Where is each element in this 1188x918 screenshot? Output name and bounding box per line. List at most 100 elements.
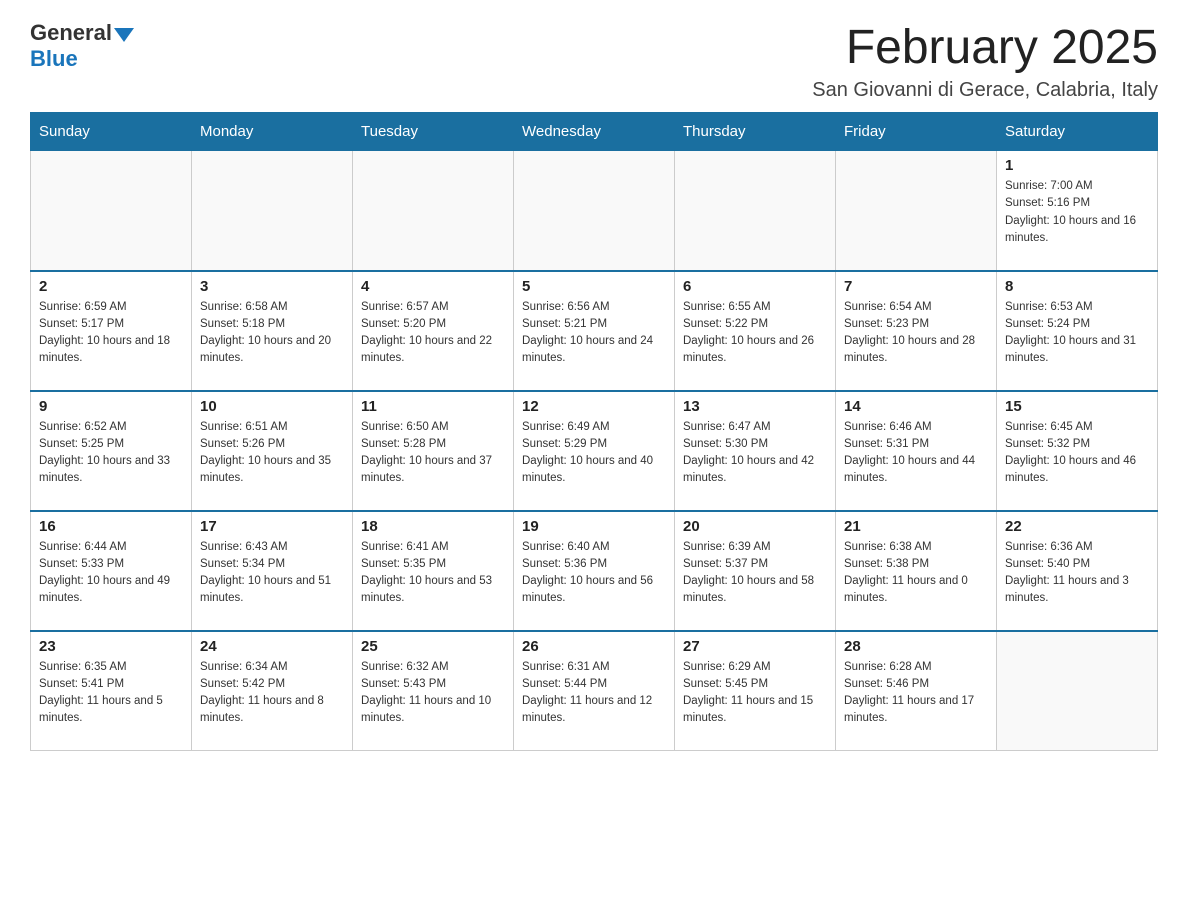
calendar-cell-w3-d3: 11 Sunrise: 6:50 AMSunset: 5:28 PMDayligh…: [353, 391, 514, 511]
day-number: 8: [1005, 278, 1149, 295]
day-number: 5: [522, 278, 666, 295]
calendar-cell-w3-d1: 9 Sunrise: 6:52 AMSunset: 5:25 PMDaylight…: [31, 391, 192, 511]
calendar-cell-w1-d5: [675, 151, 836, 271]
day-number: 21: [844, 518, 988, 535]
location-title: San Giovanni di Gerace, Calabria, Italy: [812, 79, 1158, 102]
calendar-cell-w4-d7: 22 Sunrise: 6:36 AMSunset: 5:40 PMDayligh…: [997, 511, 1158, 631]
day-info: Sunrise: 6:28 AMSunset: 5:46 PMDaylight:…: [844, 659, 988, 728]
day-number: 13: [683, 398, 827, 415]
day-number: 26: [522, 638, 666, 655]
calendar-table: Sunday Monday Tuesday Wednesday Thursday…: [30, 112, 1158, 751]
logo-general-text: General: [30, 20, 112, 46]
calendar-cell-w4-d4: 19 Sunrise: 6:40 AMSunset: 5:36 PMDayligh…: [514, 511, 675, 631]
day-number: 11: [361, 398, 505, 415]
day-number: 15: [1005, 398, 1149, 415]
day-info: Sunrise: 6:55 AMSunset: 5:22 PMDaylight:…: [683, 299, 827, 368]
day-info: Sunrise: 6:38 AMSunset: 5:38 PMDaylight:…: [844, 539, 988, 608]
day-info: Sunrise: 6:49 AMSunset: 5:29 PMDaylight:…: [522, 419, 666, 488]
logo: General Blue: [30, 20, 134, 72]
day-number: 1: [1005, 157, 1149, 174]
day-number: 28: [844, 638, 988, 655]
day-info: Sunrise: 6:50 AMSunset: 5:28 PMDaylight:…: [361, 419, 505, 488]
day-number: 18: [361, 518, 505, 535]
day-info: Sunrise: 6:39 AMSunset: 5:37 PMDaylight:…: [683, 539, 827, 608]
day-number: 20: [683, 518, 827, 535]
calendar-cell-w5-d2: 24 Sunrise: 6:34 AMSunset: 5:42 PMDayligh…: [192, 631, 353, 751]
day-info: Sunrise: 6:41 AMSunset: 5:35 PMDaylight:…: [361, 539, 505, 608]
title-section: February 2025 San Giovanni di Gerace, Ca…: [812, 20, 1158, 102]
calendar-cell-w5-d4: 26 Sunrise: 6:31 AMSunset: 5:44 PMDayligh…: [514, 631, 675, 751]
calendar-cell-w3-d6: 14 Sunrise: 6:46 AMSunset: 5:31 PMDayligh…: [836, 391, 997, 511]
calendar-cell-w2-d7: 8 Sunrise: 6:53 AMSunset: 5:24 PMDaylight…: [997, 271, 1158, 391]
calendar-cell-w3-d7: 15 Sunrise: 6:45 AMSunset: 5:32 PMDayligh…: [997, 391, 1158, 511]
day-info: Sunrise: 6:43 AMSunset: 5:34 PMDaylight:…: [200, 539, 344, 608]
calendar-cell-w3-d5: 13 Sunrise: 6:47 AMSunset: 5:30 PMDayligh…: [675, 391, 836, 511]
calendar-week-3: 9 Sunrise: 6:52 AMSunset: 5:25 PMDaylight…: [31, 391, 1158, 511]
logo-blue-text: Blue: [30, 46, 78, 72]
calendar-cell-w4-d6: 21 Sunrise: 6:38 AMSunset: 5:38 PMDayligh…: [836, 511, 997, 631]
day-info: Sunrise: 6:58 AMSunset: 5:18 PMDaylight:…: [200, 299, 344, 368]
day-number: 14: [844, 398, 988, 415]
calendar-cell-w2-d4: 5 Sunrise: 6:56 AMSunset: 5:21 PMDaylight…: [514, 271, 675, 391]
day-info: Sunrise: 6:44 AMSunset: 5:33 PMDaylight:…: [39, 539, 183, 608]
day-number: 22: [1005, 518, 1149, 535]
calendar-cell-w1-d3: [353, 151, 514, 271]
header-friday: Friday: [836, 113, 997, 151]
day-number: 12: [522, 398, 666, 415]
header-monday: Monday: [192, 113, 353, 151]
calendar-cell-w4-d2: 17 Sunrise: 6:43 AMSunset: 5:34 PMDayligh…: [192, 511, 353, 631]
weekday-header-row: Sunday Monday Tuesday Wednesday Thursday…: [31, 113, 1158, 151]
calendar-cell-w1-d7: 1 Sunrise: 7:00 AMSunset: 5:16 PMDaylight…: [997, 151, 1158, 271]
calendar-week-4: 16 Sunrise: 6:44 AMSunset: 5:33 PMDayligh…: [31, 511, 1158, 631]
calendar-cell-w2-d5: 6 Sunrise: 6:55 AMSunset: 5:22 PMDaylight…: [675, 271, 836, 391]
calendar-week-5: 23Sunrise: 6:35 AMSunset: 5:41 PMDayligh…: [31, 631, 1158, 751]
day-number: 25: [361, 638, 505, 655]
calendar-cell-w2-d2: 3 Sunrise: 6:58 AMSunset: 5:18 PMDaylight…: [192, 271, 353, 391]
day-info: Sunrise: 6:52 AMSunset: 5:25 PMDaylight:…: [39, 419, 183, 488]
day-info: Sunrise: 6:46 AMSunset: 5:31 PMDaylight:…: [844, 419, 988, 488]
day-info: Sunrise: 6:36 AMSunset: 5:40 PMDaylight:…: [1005, 539, 1149, 608]
day-number: 27: [683, 638, 827, 655]
day-number: 24: [200, 638, 344, 655]
calendar-cell-w5-d7: [997, 631, 1158, 751]
calendar-cell-w5-d6: 28 Sunrise: 6:28 AMSunset: 5:46 PMDayligh…: [836, 631, 997, 751]
calendar-week-2: 2Sunrise: 6:59 AMSunset: 5:17 PMDaylight…: [31, 271, 1158, 391]
calendar-cell-w2-d3: 4Sunrise: 6:57 AMSunset: 5:20 PMDaylight…: [353, 271, 514, 391]
day-info: Sunrise: 6:32 AMSunset: 5:43 PMDaylight:…: [361, 659, 505, 728]
day-info: Sunrise: 6:34 AMSunset: 5:42 PMDaylight:…: [200, 659, 344, 728]
calendar-week-1: 1 Sunrise: 7:00 AMSunset: 5:16 PMDaylight…: [31, 151, 1158, 271]
logo-arrow-icon: [114, 28, 134, 42]
calendar-cell-w1-d6: [836, 151, 997, 271]
month-title: February 2025: [812, 20, 1158, 75]
calendar-cell-w3-d2: 10 Sunrise: 6:51 AMSunset: 5:26 PMDayligh…: [192, 391, 353, 511]
calendar-cell-w2-d6: 7Sunrise: 6:54 AMSunset: 5:23 PMDaylight…: [836, 271, 997, 391]
calendar-cell-w3-d4: 12 Sunrise: 6:49 AMSunset: 5:29 PMDayligh…: [514, 391, 675, 511]
day-info: Sunrise: 7:00 AMSunset: 5:16 PMDaylight:…: [1005, 178, 1149, 247]
day-info: Sunrise: 6:56 AMSunset: 5:21 PMDaylight:…: [522, 299, 666, 368]
day-info: Sunrise: 6:35 AMSunset: 5:41 PMDaylight:…: [39, 659, 183, 728]
day-number: 9: [39, 398, 183, 415]
day-info: Sunrise: 6:47 AMSunset: 5:30 PMDaylight:…: [683, 419, 827, 488]
calendar-cell-w5-d5: 27Sunrise: 6:29 AMSunset: 5:45 PMDayligh…: [675, 631, 836, 751]
day-info: Sunrise: 6:31 AMSunset: 5:44 PMDaylight:…: [522, 659, 666, 728]
calendar-cell-w1-d4: [514, 151, 675, 271]
calendar-cell-w1-d2: [192, 151, 353, 271]
day-info: Sunrise: 6:53 AMSunset: 5:24 PMDaylight:…: [1005, 299, 1149, 368]
day-info: Sunrise: 6:59 AMSunset: 5:17 PMDaylight:…: [39, 299, 183, 368]
header-sunday: Sunday: [31, 113, 192, 151]
day-number: 17: [200, 518, 344, 535]
day-number: 19: [522, 518, 666, 535]
day-info: Sunrise: 6:51 AMSunset: 5:26 PMDaylight:…: [200, 419, 344, 488]
calendar-cell-w4-d5: 20 Sunrise: 6:39 AMSunset: 5:37 PMDayligh…: [675, 511, 836, 631]
day-info: Sunrise: 6:57 AMSunset: 5:20 PMDaylight:…: [361, 299, 505, 368]
day-info: Sunrise: 6:40 AMSunset: 5:36 PMDaylight:…: [522, 539, 666, 608]
calendar-cell-w2-d1: 2Sunrise: 6:59 AMSunset: 5:17 PMDaylight…: [31, 271, 192, 391]
day-info: Sunrise: 6:45 AMSunset: 5:32 PMDaylight:…: [1005, 419, 1149, 488]
calendar-cell-w5-d1: 23Sunrise: 6:35 AMSunset: 5:41 PMDayligh…: [31, 631, 192, 751]
day-number: 3: [200, 278, 344, 295]
day-number: 16: [39, 518, 183, 535]
day-number: 10: [200, 398, 344, 415]
calendar-cell-w4-d3: 18 Sunrise: 6:41 AMSunset: 5:35 PMDayligh…: [353, 511, 514, 631]
page-header: General Blue February 2025 San Giovanni …: [30, 20, 1158, 102]
day-number: 6: [683, 278, 827, 295]
